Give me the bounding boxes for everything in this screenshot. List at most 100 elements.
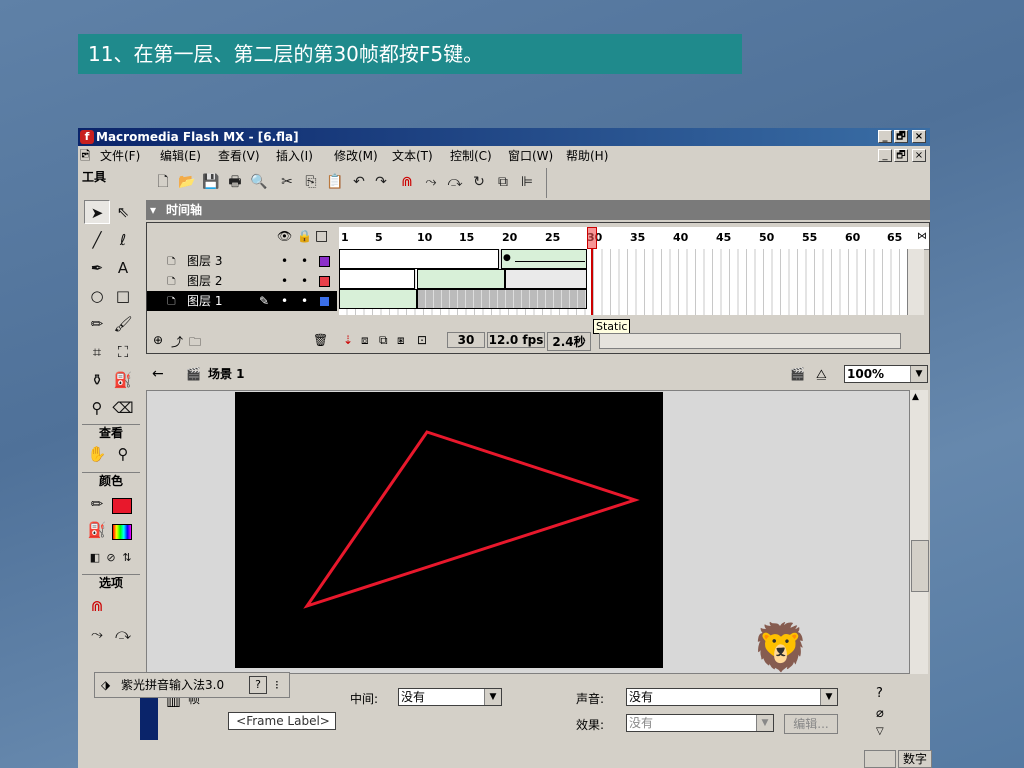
straighten-option-icon[interactable]: ⤼ [110, 622, 136, 646]
rectangle-tool-icon[interactable]: □ [110, 284, 136, 308]
delete-layer-icon[interactable]: 🗑 [313, 333, 328, 347]
redo-icon[interactable]: ↷ [372, 173, 390, 191]
menu-insert[interactable]: 插入(I) [276, 147, 313, 165]
timeline-header[interactable]: ▾ 时间轴 [146, 200, 930, 220]
visible-dot[interactable]: • [281, 291, 288, 311]
doc-minimize-button[interactable]: _ [878, 149, 892, 162]
print-icon[interactable]: 🖶 [226, 173, 244, 191]
zoom-select[interactable]: 100% ▼ [844, 365, 928, 383]
snap-option-icon[interactable]: ⋒ [84, 594, 110, 618]
menu-text[interactable]: 文本(T) [392, 147, 433, 165]
layer-row-selected[interactable]: 🗅 图层 1 ✎ • • [147, 291, 337, 311]
show-hide-icon[interactable]: 👁 [277, 229, 292, 243]
new-file-icon[interactable]: 🗋 [154, 173, 172, 191]
smooth-icon[interactable]: ⤳ [422, 173, 440, 191]
chevron-down-icon[interactable]: ▼ [756, 715, 773, 731]
scroll-thumb[interactable] [911, 540, 929, 592]
paint-bucket-tool-icon[interactable]: ⛽ [110, 368, 136, 392]
frame-grid[interactable]: ● [339, 249, 909, 315]
motion-tween-span[interactable] [417, 269, 505, 289]
minimize-button[interactable]: _ [878, 130, 892, 143]
lock-dot[interactable]: • [301, 291, 308, 311]
layer-row[interactable]: 🗅 图层 3 • • [147, 251, 337, 271]
visible-dot[interactable]: • [281, 271, 288, 291]
help-icon[interactable]: ? [876, 686, 883, 701]
undo-icon[interactable]: ↶ [350, 173, 368, 191]
lock-icon[interactable]: 🔒 [297, 229, 312, 243]
timeline-vscroll[interactable] [907, 249, 924, 315]
fill-transform-tool-icon[interactable]: ⛶ [110, 340, 136, 364]
keyframe-span[interactable] [339, 249, 499, 269]
save-icon[interactable]: 💾 [202, 173, 220, 191]
brush-tool-icon[interactable]: 🖌 [110, 312, 136, 336]
straighten-icon[interactable]: ⤼ [446, 173, 464, 191]
stage-vscroll[interactable]: ▲ [910, 390, 929, 674]
edit-symbols-icon[interactable]: ⧋ [816, 362, 827, 386]
print-preview-icon[interactable]: 🔍 [250, 173, 268, 191]
menu-help[interactable]: 帮助(H) [566, 147, 608, 165]
collapse-properties-icon[interactable]: ▽ [876, 726, 884, 737]
lock-dot[interactable]: • [301, 251, 308, 271]
frame-view-menu-icon[interactable]: ⋈ [917, 231, 927, 242]
pencil-tool-icon[interactable]: ✏ [84, 312, 110, 336]
free-transform-tool-icon[interactable]: ⌗ [84, 340, 110, 364]
smooth-option-icon[interactable]: ⤳ [84, 622, 110, 646]
back-arrow-icon[interactable]: ← [152, 362, 164, 386]
triangle-shape[interactable] [303, 430, 640, 609]
sound-select[interactable]: 没有 ▼ [626, 688, 838, 706]
lasso-tool-icon[interactable]: ℓ [110, 228, 136, 252]
line-tool-icon[interactable]: ╱ [84, 228, 110, 252]
lock-dot[interactable]: • [301, 271, 308, 291]
doc-restore-button[interactable]: 🗗 [894, 149, 908, 162]
zoom-tool-icon[interactable]: ⚲ [110, 442, 136, 466]
menu-edit[interactable]: 编辑(E) [160, 147, 201, 165]
edit-scene-icon[interactable]: 🎬 [790, 362, 805, 386]
modify-markers-icon[interactable]: ⊡ [417, 333, 427, 347]
edit-multiple-icon[interactable]: ⧆ [397, 333, 405, 348]
timeline-hscroll[interactable] [599, 333, 901, 349]
open-file-icon[interactable]: 📂 [178, 173, 196, 191]
menu-window[interactable]: 窗口(W) [508, 147, 553, 165]
eyedropper-tool-icon[interactable]: ⚲ [84, 396, 110, 420]
center-frame-icon[interactable]: ⇣ [343, 333, 353, 347]
frame-span-selected[interactable] [417, 289, 587, 309]
arrow-tool-icon[interactable]: ➤ [84, 200, 110, 224]
tween-select[interactable]: 没有 ▼ [398, 688, 502, 706]
onion-outline-icon[interactable]: ⧉ [379, 333, 388, 348]
stroke-color-swatch[interactable] [112, 498, 132, 514]
text-tool-icon[interactable]: A [110, 256, 136, 280]
ime-help-icon[interactable]: ? [249, 676, 267, 694]
layer-color-box[interactable] [319, 276, 330, 287]
chevron-down-icon[interactable]: ▼ [820, 689, 837, 705]
menu-control[interactable]: 控制(C) [450, 147, 492, 165]
scale-icon[interactable]: ⧉ [494, 173, 512, 191]
edit-sound-button[interactable]: 编辑... [784, 714, 838, 734]
outline-icon[interactable]: □ [315, 228, 328, 244]
pen-tool-icon[interactable]: ✒ [84, 256, 110, 280]
stage-canvas[interactable] [235, 392, 663, 668]
frame-label-input[interactable]: <Frame Label> [228, 712, 336, 730]
snap-magnet-icon[interactable]: ⋒ [398, 173, 416, 191]
chevron-down-icon[interactable]: ▼ [910, 366, 927, 382]
swap-colors-icon[interactable]: ⇅ [114, 546, 140, 570]
frame-span[interactable] [505, 269, 587, 289]
align-icon[interactable]: ⊫ [518, 173, 536, 191]
fill-color-swatch[interactable] [112, 524, 132, 540]
scroll-up-icon[interactable]: ▲ [912, 392, 919, 402]
effect-select[interactable]: 没有 ▼ [626, 714, 774, 732]
ink-bottle-tool-icon[interactable]: ⚱ [84, 368, 110, 392]
close-button[interactable]: × [912, 130, 926, 143]
layer-row[interactable]: 🗅 图层 2 • • [147, 271, 337, 291]
subselect-tool-icon[interactable]: ⇖ [110, 200, 136, 224]
add-guide-layer-icon[interactable]: ⤴ [171, 333, 183, 350]
motion-tween-span[interactable] [339, 289, 417, 309]
copy-icon[interactable]: ⎘ [302, 173, 320, 191]
rotate-icon[interactable]: ↻ [470, 173, 488, 191]
ime-name[interactable]: 紫光拼音输入法3.0 [121, 673, 224, 697]
layer-color-box[interactable] [319, 296, 330, 307]
ime-menu-icon[interactable]: ⁝ [275, 673, 279, 697]
eraser-tool-icon[interactable]: ⌫ [110, 396, 136, 420]
cut-icon[interactable]: ✂ [278, 173, 296, 191]
menu-view[interactable]: 查看(V) [218, 147, 260, 165]
insert-folder-icon[interactable]: 🗀 [189, 333, 201, 354]
